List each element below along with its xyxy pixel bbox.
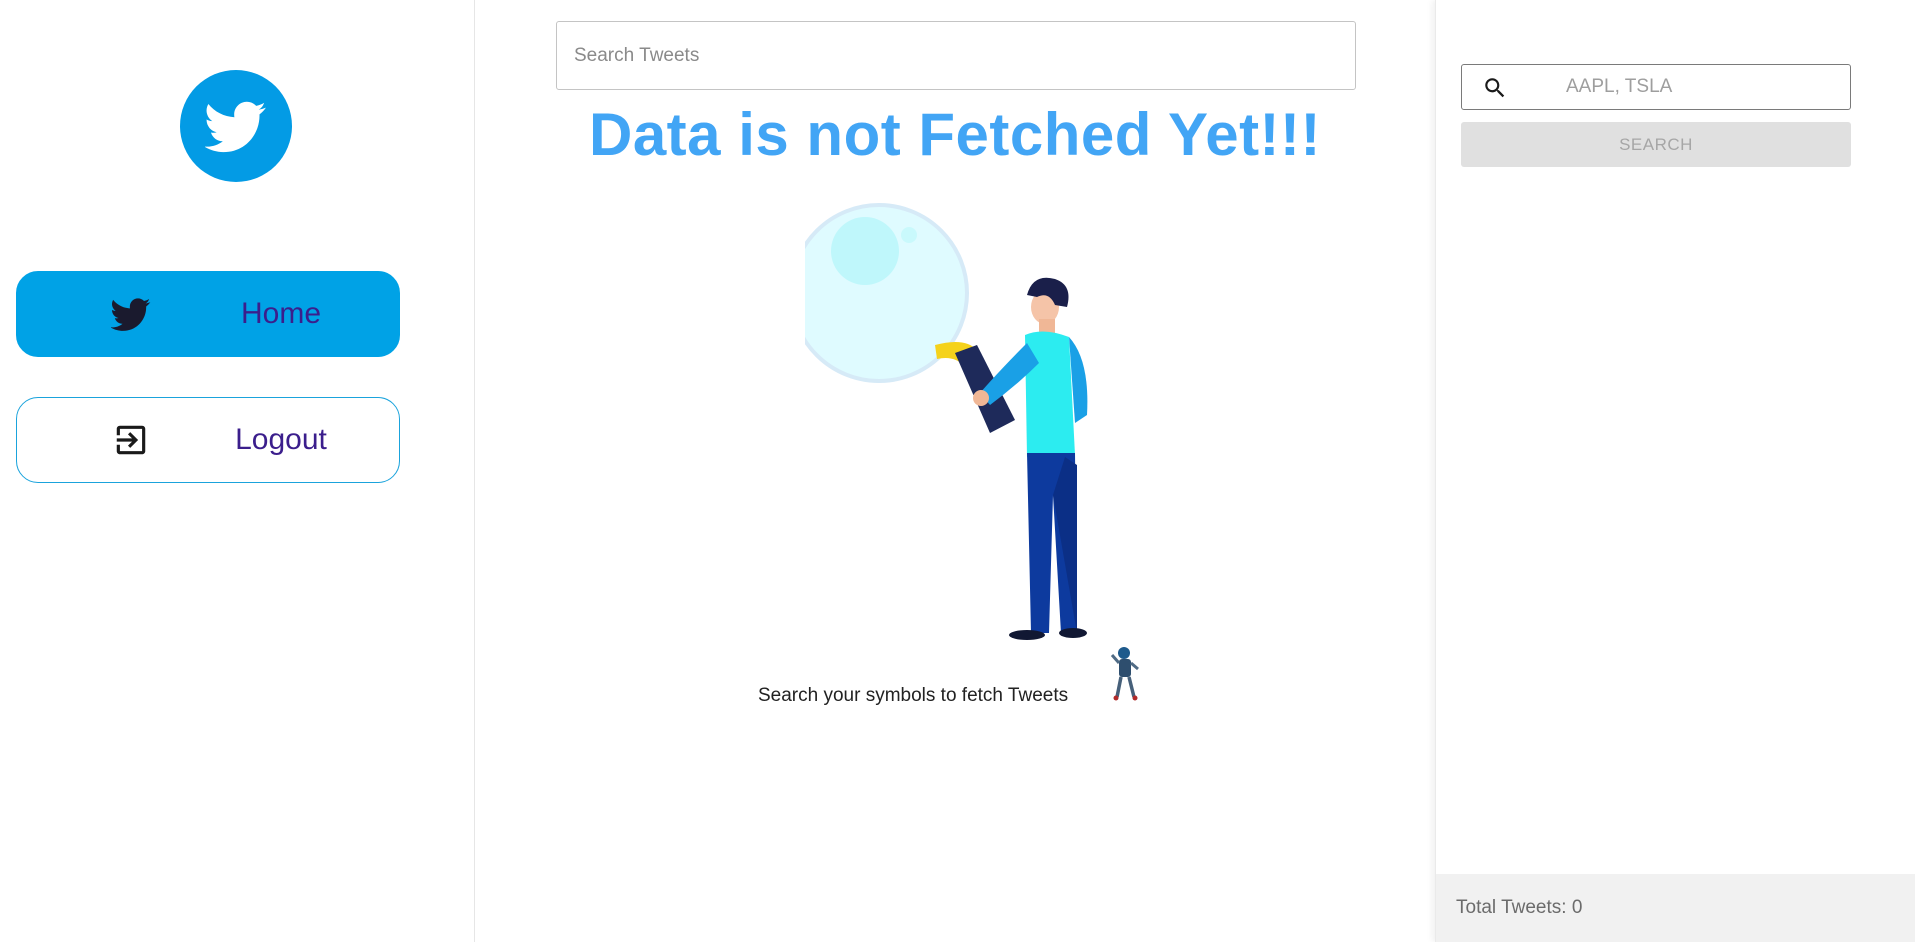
search-tweets-input[interactable]: [556, 21, 1356, 90]
sidebar: Home Logout: [0, 0, 475, 942]
symbol-search-input[interactable]: [1522, 65, 1842, 109]
sidebar-item-label: Home: [240, 297, 322, 330]
twitter-logo: [180, 70, 292, 182]
search-icon: [1485, 78, 1505, 98]
empty-state-headline: Data is not Fetched Yet!!!: [588, 101, 1321, 168]
tweets-count-footer: Total Tweets: 0: [1436, 874, 1915, 942]
empty-state-hint: Search your symbols to fetch Tweets: [758, 685, 1069, 706]
main-content: Data is not Fetched Yet!!!: [475, 0, 1435, 942]
mascot-icon: [1110, 647, 1139, 701]
twitter-bird-icon: [109, 292, 153, 336]
total-tweets-count: Total Tweets: 0: [1456, 897, 1583, 918]
right-panel: SEARCH Total Tweets: 0: [1435, 0, 1915, 942]
sidebar-item-home[interactable]: Home: [16, 271, 400, 357]
symbol-search-field[interactable]: [1461, 64, 1851, 110]
twitter-bird-icon: [205, 101, 266, 153]
search-button[interactable]: SEARCH: [1461, 122, 1851, 167]
app-root: Home Logout Data is not Fetched Yet!!!: [0, 0, 1915, 942]
logout-icon: [109, 418, 153, 462]
sidebar-item-label: Logout: [235, 423, 327, 456]
sidebar-item-logout[interactable]: Logout: [16, 397, 400, 483]
man-with-magnifier-illustration: [805, 203, 1088, 640]
